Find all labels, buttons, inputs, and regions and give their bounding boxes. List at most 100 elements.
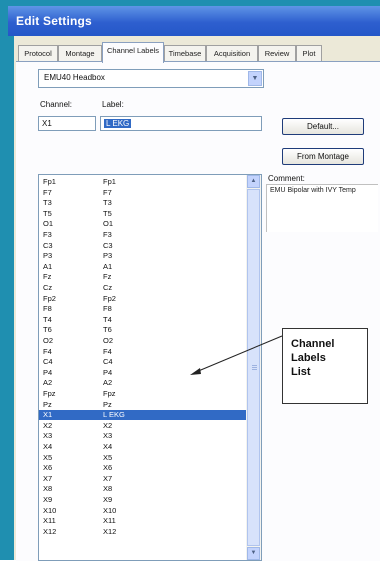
list-item-label: F3 (103, 230, 112, 239)
list-item-label: Fz (103, 272, 112, 282)
list-item[interactable]: Fz Fz (39, 272, 247, 282)
list-item-channel: A1 (43, 261, 53, 271)
tab-montage[interactable]: Montage (58, 45, 102, 62)
list-item[interactable]: F4 F4 (39, 347, 247, 357)
tab-protocol[interactable]: Protocol (18, 45, 58, 62)
list-item[interactable]: T4 T4 (39, 315, 247, 325)
list-item[interactable]: Pz Pz (39, 400, 247, 410)
list-item[interactable]: Fpz Fpz (39, 389, 247, 399)
channel-field-label: Channel: (40, 100, 73, 109)
list-scrollbar[interactable]: ▲ ▼ (246, 175, 261, 560)
comment-field[interactable]: EMU Bipolar with IVY Temp (266, 184, 378, 232)
list-item-label: Fp1 (103, 177, 116, 186)
list-item-channel: O2 (43, 336, 54, 345)
list-item-channel: Pz (43, 399, 52, 409)
tab-acquisition[interactable]: Acquisition (206, 45, 258, 62)
list-item-channel: C4 (43, 357, 53, 367)
list-item[interactable]: X4 X4 (39, 442, 247, 452)
list-item[interactable]: X3 X3 (39, 431, 247, 441)
label-input[interactable]: L EKG (100, 116, 262, 131)
thumb-grip (252, 369, 257, 370)
list-item[interactable]: X6 X6 (39, 463, 247, 473)
list-item-channel: A2 (43, 378, 53, 388)
list-item[interactable]: P3 P3 (39, 251, 247, 261)
list-item-channel: X9 (43, 495, 53, 504)
list-item-label: X6 (103, 463, 113, 473)
list-item-label: X10 (103, 505, 117, 515)
list-item-channel: X10 (43, 505, 57, 515)
comment-label: Comment: (268, 174, 305, 183)
list-item-label: O1 (103, 219, 114, 229)
list-item-label: C4 (103, 357, 113, 367)
list-item-channel: P3 (43, 251, 53, 261)
list-item[interactable]: P4 P4 (39, 368, 247, 378)
list-item-channel: X1 (43, 410, 53, 420)
list-item[interactable]: A1 A1 (39, 262, 247, 272)
list-item[interactable]: X7 X7 (39, 474, 247, 484)
tab-timebase[interactable]: Timebase (164, 45, 206, 62)
list-item[interactable]: X1 L EKG (39, 410, 247, 421)
list-item-channel: F4 (43, 346, 52, 356)
list-item-label: X4 (103, 442, 113, 451)
list-item-label: X12 (103, 526, 117, 536)
label-input-value: L EKG (104, 119, 132, 128)
list-item[interactable]: A2 A2 (39, 378, 247, 388)
list-item[interactable]: O2 O2 (39, 336, 247, 346)
list-item[interactable]: X5 X5 (39, 453, 247, 463)
list-item[interactable]: T3 T3 (39, 198, 247, 208)
list-item[interactable]: X2 X2 (39, 421, 247, 431)
list-item-channel: O1 (43, 219, 54, 229)
list-item-label: O2 (103, 336, 114, 345)
list-item[interactable]: C3 C3 (39, 241, 247, 251)
thumb-grip (252, 365, 257, 366)
annotation-callout: Channel Labels List (282, 328, 368, 404)
default-button[interactable]: Default... (282, 118, 364, 135)
list-item-label: X9 (103, 495, 113, 504)
list-item[interactable]: O1 O1 (39, 219, 247, 229)
list-item[interactable]: T5 T5 (39, 209, 247, 219)
list-item-channel: X12 (43, 526, 57, 536)
channel-labels-list[interactable]: Fp1 Fp1 F7 F7 T3 T3 T5 T5 O1 O1 F3 F3 C3 C3 P3 P3 A1 A1 Fz… (38, 174, 262, 561)
list-item[interactable]: X10 X10 (39, 506, 247, 516)
scrollbar-thumb[interactable] (247, 189, 260, 546)
list-item[interactable]: X8 X8 (39, 484, 247, 494)
arrow-down-icon[interactable]: ▼ (247, 547, 260, 560)
headbox-selected-value: EMU40 Headbox (44, 73, 105, 82)
list-item[interactable]: X11 X11 (39, 516, 247, 526)
channel-field[interactable]: X1 (38, 116, 96, 131)
arrow-up-icon[interactable]: ▲ (247, 175, 260, 188)
list-item[interactable]: Fp2 Fp2 (39, 294, 247, 304)
list-item-label: A1 (103, 261, 113, 271)
headbox-select[interactable]: EMU40 Headbox ▼ (38, 69, 264, 88)
from-montage-button[interactable]: From Montage (282, 148, 364, 165)
tab-review[interactable]: Review (258, 45, 296, 62)
list-item[interactable]: T6 T6 (39, 325, 247, 335)
tab-channel-labels[interactable]: Channel Labels (102, 42, 164, 63)
list-item-channel: T4 (43, 314, 52, 324)
annotation-text: Channel Labels List (291, 338, 335, 378)
list-item[interactable]: C4 C4 (39, 357, 247, 367)
chevron-down-icon[interactable]: ▼ (248, 71, 262, 86)
list-item-channel: C3 (43, 240, 53, 250)
list-item[interactable]: F7 F7 (39, 188, 247, 198)
title-bar[interactable]: Edit Settings (8, 6, 380, 36)
list-item-channel: X4 (43, 442, 53, 451)
list-item[interactable]: X9 X9 (39, 495, 247, 505)
dialog-client: Protocol Montage Channel Labels Timebase… (14, 36, 380, 561)
list-item[interactable]: Fp1 Fp1 (39, 177, 247, 187)
list-item-channel: F7 (43, 187, 52, 197)
list-item-label: T5 (103, 208, 112, 218)
list-item-channel: T5 (43, 208, 52, 218)
list-item[interactable]: F3 F3 (39, 230, 247, 240)
list-item[interactable]: X12 X12 (39, 527, 247, 537)
list-item-channel: X6 (43, 463, 53, 473)
list-item-label: F7 (103, 187, 112, 197)
list-item-label: F4 (103, 346, 112, 356)
list-item-label: X11 (103, 516, 116, 526)
list-item-label: Fp2 (103, 293, 116, 303)
list-item[interactable]: Cz Cz (39, 283, 247, 293)
tab-strip: Protocol Montage Channel Labels Timebase… (14, 42, 380, 63)
tab-plot[interactable]: Plot (296, 45, 322, 62)
list-item-label: P3 (103, 251, 113, 261)
list-item[interactable]: F8 F8 (39, 304, 247, 314)
